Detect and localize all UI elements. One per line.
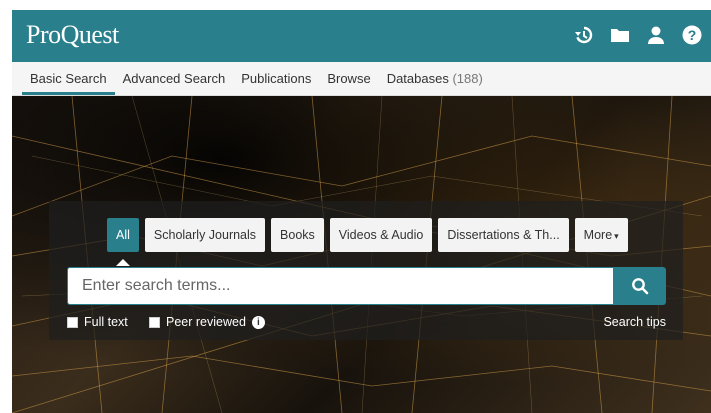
top-bar: ProQuest ? [12,10,711,62]
proquest-page: ProQuest ? Basic Search Advanced Search … [0,0,711,413]
tab-label: Browse [327,71,371,86]
tab-label: Databases [386,71,449,86]
tab-databases[interactable]: Databases (188) [379,63,491,94]
search-options: Full text Peer reviewed i Search tips [67,315,666,331]
info-icon[interactable]: i [251,315,265,329]
full-text-option[interactable]: Full text [67,315,128,329]
filter-more-dropdown[interactable]: More ▾ [574,218,628,252]
svg-text:?: ? [688,27,697,43]
city-lights-background: All Scholarly Journals Books Videos & Au… [12,96,711,413]
filter-all[interactable]: All [107,218,139,266]
peer-reviewed-label: Peer reviewed [166,315,246,329]
search-input[interactable] [67,267,613,305]
tab-label: Publications [241,71,312,86]
search-tips-link[interactable]: Search tips [603,315,666,329]
tab-label: Advanced Search [122,71,226,86]
search-icon [631,278,648,295]
filter-scholarly-journals[interactable]: Scholarly Journals [144,218,266,252]
proquest-logo[interactable]: ProQuest [26,20,119,50]
search-tabs: Basic Search Advanced Search Publication… [12,62,711,96]
peer-reviewed-option[interactable]: Peer reviewed i [149,315,265,329]
source-type-filters: All Scholarly Journals Books Videos & Au… [107,218,628,266]
search-row [67,267,666,305]
full-text-label: Full text [84,315,128,329]
caret-down-icon: ▾ [614,231,619,241]
search-panel: All Scholarly Journals Books Videos & Au… [49,201,683,340]
help-icon[interactable]: ? [681,24,703,46]
more-label: More [583,228,613,242]
search-button[interactable] [613,267,666,305]
tab-advanced-search[interactable]: Advanced Search [115,63,234,94]
tab-publications[interactable]: Publications [233,63,319,94]
tab-label: Basic Search [30,71,107,86]
full-text-checkbox[interactable] [67,316,78,328]
filter-books[interactable]: Books [271,218,324,252]
databases-count: (188) [452,71,483,86]
peer-reviewed-checkbox[interactable] [149,316,160,328]
user-icon[interactable] [645,24,667,46]
header-icons: ? [573,24,703,46]
filter-dissertations[interactable]: Dissertations & Th... [438,218,569,252]
folder-icon[interactable] [609,24,631,46]
filter-videos-audio[interactable]: Videos & Audio [329,218,433,252]
tab-browse[interactable]: Browse [319,63,378,94]
history-icon[interactable] [573,24,595,46]
tab-basic-search[interactable]: Basic Search [22,63,115,95]
